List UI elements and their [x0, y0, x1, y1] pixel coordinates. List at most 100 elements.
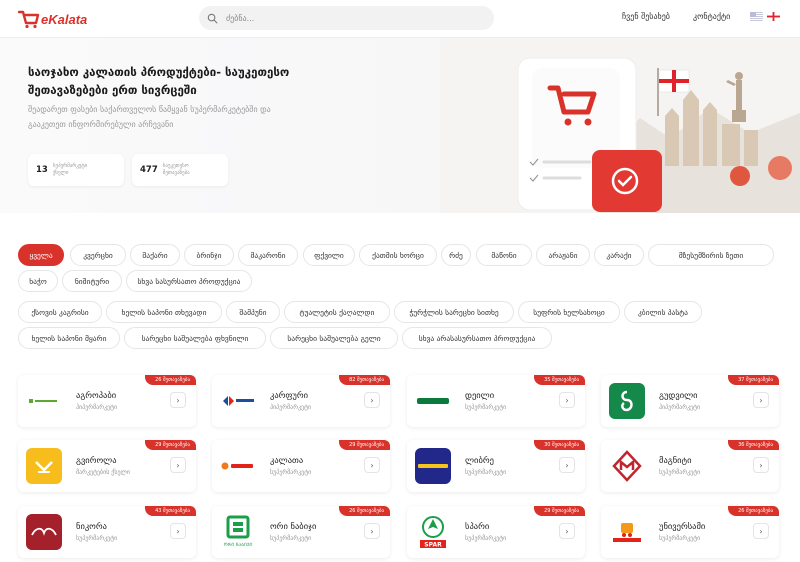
category-chip[interactable]: ნიშიტური [62, 270, 122, 292]
store-name: გუდვილი [659, 391, 698, 401]
store-type: სუპერმარკეტი [76, 535, 118, 542]
category-chip[interactable]: ტუალეტის ქაღალდი [284, 301, 390, 323]
category-chip[interactable]: ქსოვის კაგრისი [18, 301, 102, 323]
category-chip[interactable]: კვერცხი [70, 244, 126, 266]
store-card-universami[interactable]: უნივერსამი სუპერმარკეტი 26 შეთავაზება › [601, 506, 779, 558]
us-flag-icon[interactable] [750, 12, 763, 21]
chevron-right-icon[interactable]: › [364, 457, 380, 473]
hero-subtitle: შეადარეთ ფასები საქართველოს წამყვან სუპე… [28, 105, 271, 129]
category-chip[interactable]: ყველა [18, 244, 64, 266]
category-chip[interactable]: სხვა სასურსათო პროდუქცია [126, 270, 252, 292]
chevron-right-icon[interactable]: › [559, 457, 575, 473]
store-type: ჰიპერმარკეტი [270, 404, 312, 411]
hero-illustration [440, 38, 800, 213]
store-name: აგროპაბი [76, 391, 117, 401]
chevron-right-icon[interactable]: › [170, 457, 186, 473]
store-card-carrefour[interactable]: კარფური ჰიპერმარკეტი 82 შეთავაზება › [212, 375, 390, 427]
kalata-logo [220, 448, 256, 484]
store-card-daily[interactable]: დეილი სუპერმარკეტი 35 შეთავაზება › [407, 375, 585, 427]
store-name: ლიბრე [465, 456, 494, 466]
spar-wordmark: SPAR [424, 542, 442, 549]
offers-badge: 26 შეთავაზება [728, 506, 779, 516]
category-chip[interactable]: ხელის საპონი მყარი [18, 327, 120, 349]
offers-badge: 43 შეთავაზება [145, 506, 196, 516]
store-name: კარფური [270, 391, 309, 401]
chevron-right-icon[interactable]: › [559, 392, 575, 408]
store-card-nikora[interactable]: ნიკორა სუპერმარკეტი 43 შეთავაზება › [18, 506, 196, 558]
hero-title: საოჯახო კალათის პროდუქტები- საუკეთესო შე… [28, 65, 290, 97]
chevron-right-icon[interactable]: › [559, 523, 575, 539]
store-card-kalata[interactable]: კალათა სუპერმარკეტი 29 შეთავაზება › [212, 440, 390, 492]
category-chip[interactable]: კარაქი [594, 244, 644, 266]
chevron-right-icon[interactable]: › [170, 392, 186, 408]
store-type: სუპერმარკეტი [270, 469, 312, 476]
category-chip[interactable]: მზესუმზირის ზეთი [648, 244, 774, 266]
chevron-right-icon[interactable]: › [753, 523, 769, 539]
site-logo[interactable]: eKalata [18, 9, 87, 29]
cart-logo-icon [18, 10, 40, 29]
ori-nabiji-logo: ᲝᲠᲘ ᲜᲐᲑᲘᲯᲘ [220, 514, 256, 550]
category-chip[interactable]: ფქვილი [303, 244, 355, 266]
category-chip[interactable]: რძე [441, 244, 471, 266]
store-card-gvirila[interactable]: გვიროლა მარკეტების ქსელი 29 შეთავაზება › [18, 440, 196, 492]
store-type: ჰიპერმარკეტი [659, 404, 701, 411]
offers-badge: 26 შეთავაზება [145, 375, 196, 385]
category-chip[interactable]: ხელის საპონი თხევადი [106, 301, 222, 323]
category-chip[interactable]: სხვა არასასურსათო პროდუქცია [402, 327, 552, 349]
offers-badge: 82 შეთავაზება [339, 375, 390, 385]
store-type: მარკეტების ქსელი [76, 469, 131, 476]
agrohub-logo [26, 383, 62, 419]
store-card-ori-nabiji[interactable]: ᲝᲠᲘ ᲜᲐᲑᲘᲯᲘ ორი ნაბიჯი სუპერმარკეტი 26 შე… [212, 506, 390, 558]
chevron-right-icon[interactable]: › [753, 457, 769, 473]
store-card-agrohub[interactable]: აგროპაბი ჰიპერმარკეტი 26 შეთავაზება › [18, 375, 196, 427]
category-chip[interactable]: ჭურჭლის სარეცხი სითხე [394, 301, 514, 323]
category-chip[interactable]: მაწონი [476, 244, 532, 266]
category-chip[interactable]: შამპუნი [226, 301, 280, 323]
libre-logo [415, 448, 451, 484]
stat-value: 477 [140, 165, 158, 175]
category-chip[interactable]: ხაჭო [18, 270, 58, 292]
stat-label: სუპერმარკეტი ქსელი [52, 163, 88, 176]
category-chip[interactable]: სარეცხი საშუალება გელი [270, 327, 398, 349]
store-name: კალათა [270, 456, 304, 466]
stat-card-supermarkets: 13 სუპერმარკეტი ქსელი [28, 154, 124, 186]
top-header: eKalata ჩვენ შესახებ კონტაქტი [0, 0, 800, 38]
carrefour-logo [220, 383, 256, 419]
logo-text: eKalata [41, 11, 88, 27]
ori-nabiji-wordmark: ᲝᲠᲘ ᲜᲐᲑᲘᲯᲘ [224, 542, 253, 548]
magniti-logo [609, 448, 645, 484]
chevron-right-icon[interactable]: › [753, 392, 769, 408]
chevron-right-icon[interactable]: › [364, 392, 380, 408]
chevron-right-icon[interactable]: › [364, 523, 380, 539]
nav-contact-link[interactable]: კონტაქტი [693, 12, 730, 21]
offers-badge: 35 შეთავაზება [534, 375, 585, 385]
georgia-flag-icon[interactable] [767, 12, 780, 21]
store-card-libre[interactable]: ლიბრე სუპერმარკეტი 30 შეთავაზება › [407, 440, 585, 492]
nav-about-link[interactable]: ჩვენ შესახებ [622, 12, 670, 21]
category-chip[interactable]: მაკარონი [238, 244, 298, 266]
stat-card-offers: 477 საუკეთესო შეთავაზება [132, 154, 228, 186]
search-bar[interactable] [199, 6, 494, 30]
store-name: დეილი [465, 391, 495, 401]
store-type: სუპერმარკეტი [659, 535, 701, 542]
store-type: ჰიპერმარკეტი [76, 404, 118, 411]
category-chip[interactable]: არაჟანი [536, 244, 590, 266]
store-card-spar[interactable]: SPAR სპარი სუპერმარკეტი 29 შეთავაზება › [407, 506, 585, 558]
store-card-magniti[interactable]: მაგნიტი სუპერმარკეტი 36 შეთავაზება › [601, 440, 779, 492]
category-chip[interactable]: ბრინჯი [184, 244, 234, 266]
chevron-right-icon[interactable]: › [170, 523, 186, 539]
store-name: ნიკორა [76, 522, 107, 532]
search-input[interactable] [226, 13, 476, 23]
category-chip[interactable]: სარეცხი საშუალება ფხვნილი [124, 327, 266, 349]
store-card-goodwill[interactable]: გუდვილი ჰიპერმარკეტი 37 შეთავაზება › [601, 375, 779, 427]
offers-badge: 29 შეთავაზება [534, 506, 585, 516]
goodwill-logo [609, 383, 645, 419]
store-name: სპარი [465, 522, 490, 532]
category-chip[interactable]: სუფრის ხელსახოცი [518, 301, 620, 323]
store-name: გვიროლა [76, 456, 117, 466]
category-chip[interactable]: შაქარი [130, 244, 180, 266]
store-name: ორი ნაბიჯი [270, 522, 317, 532]
category-chip[interactable]: ქათმის ხორცი [359, 244, 437, 266]
category-chip[interactable]: კბილის პასტა [624, 301, 702, 323]
offers-badge: 29 შეთავაზება [339, 440, 390, 450]
